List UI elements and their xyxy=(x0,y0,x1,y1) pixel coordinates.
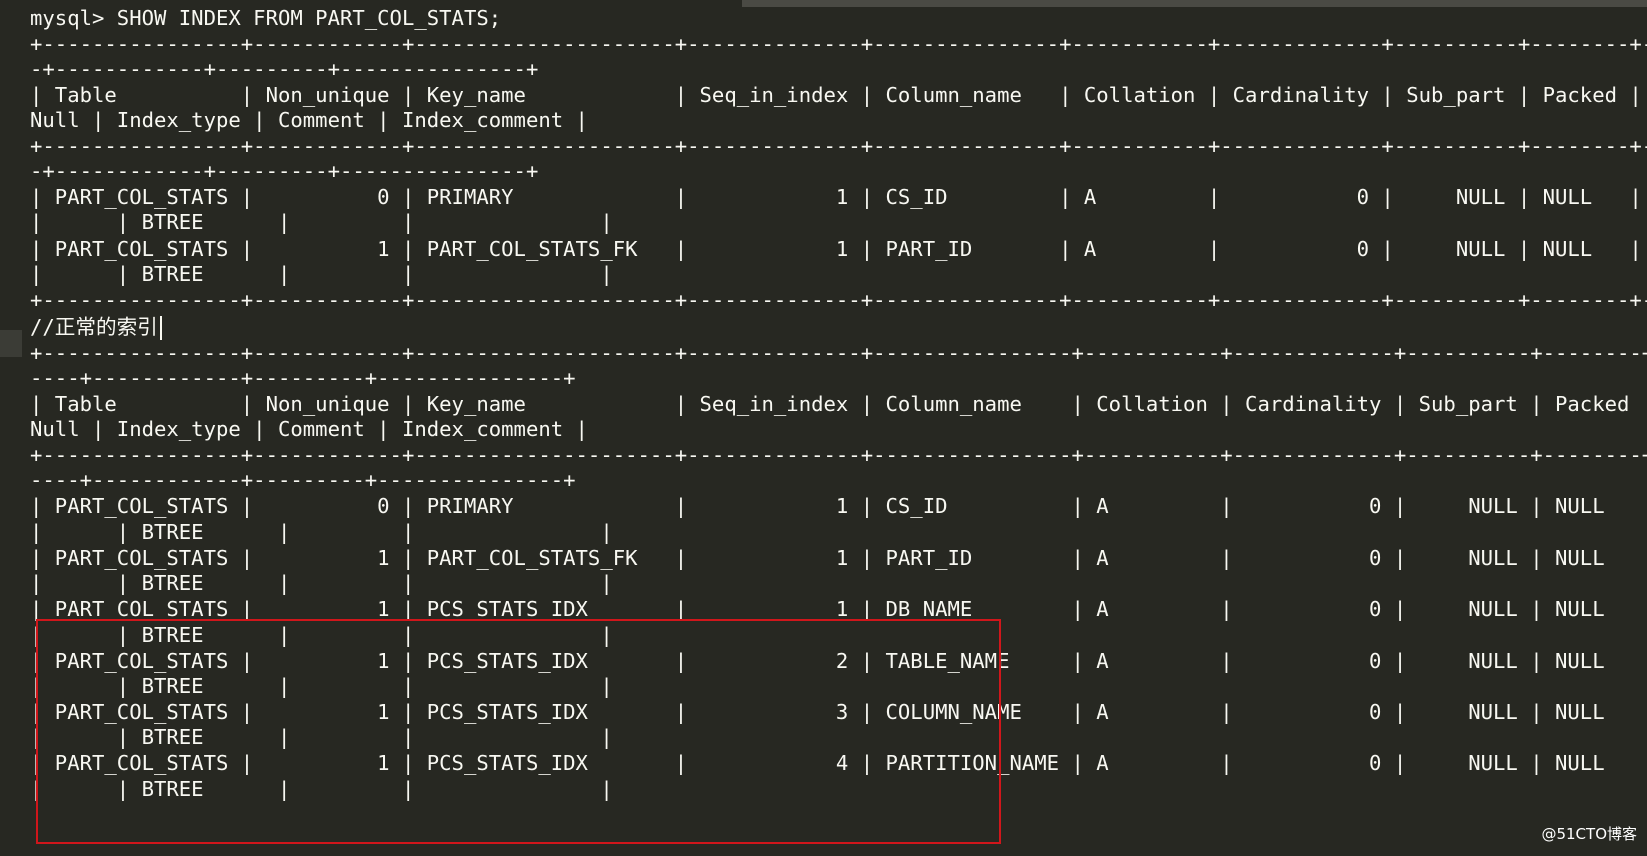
comment-text: //正常的索引 xyxy=(30,315,158,339)
table-row-line: | | BTREE | | | xyxy=(30,210,613,234)
table-border-line: +----------------+------------+---------… xyxy=(30,32,1647,56)
table-header-line: | Table | Non_unique | Key_name | Seq_in… xyxy=(30,392,1647,416)
table-row-line: | | BTREE | | | xyxy=(30,571,613,595)
tab-strip-edge xyxy=(742,0,1647,7)
table-header-line: | Table | Non_unique | Key_name | Seq_in… xyxy=(30,83,1642,107)
current-line-gutter xyxy=(0,330,22,357)
table-row-line: | | BTREE | | | xyxy=(30,262,613,286)
table-border-line: +----------------+------------+---------… xyxy=(30,288,1647,312)
table-row-line: | PART_COL_STATS | 0 | PRIMARY | 1 | CS_… xyxy=(30,494,1647,518)
table-header-line: Null | Index_type | Comment | Index_comm… xyxy=(30,417,588,441)
watermark: @51CTO博客 xyxy=(1541,825,1637,843)
terminal-window[interactable]: mysql> SHOW INDEX FROM PART_COL_STATS; +… xyxy=(0,0,1647,856)
text-caret xyxy=(159,316,162,340)
comment-line[interactable]: //正常的索引 xyxy=(30,314,162,341)
table-border-line: ----+------------+---------+------------… xyxy=(30,468,576,492)
table-border-line: +----------------+------------+---------… xyxy=(30,443,1647,467)
table-header-line: Null | Index_type | Comment | Index_comm… xyxy=(30,108,588,132)
highlight-box xyxy=(36,619,1001,844)
table-row-line: | PART_COL_STATS | 0 | PRIMARY | 1 | CS_… xyxy=(30,185,1642,209)
table-border-line: -+------------+---------+---------------… xyxy=(30,159,539,183)
table-row-line: | PART_COL_STATS | 1 | PART_COL_STATS_FK… xyxy=(30,546,1647,570)
table-row-line: | | BTREE | | | xyxy=(30,520,613,544)
table-border-line: -+------------+---------+---------------… xyxy=(30,57,539,81)
table-row-line: | PART_COL_STATS | 1 | PART_COL_STATS_FK… xyxy=(30,237,1642,261)
table-border-line: +----------------+------------+---------… xyxy=(30,134,1647,158)
table-border-line: +----------------+------------+---------… xyxy=(30,341,1647,365)
table-border-line: ----+------------+---------+------------… xyxy=(30,366,576,390)
command-line[interactable]: mysql> SHOW INDEX FROM PART_COL_STATS; xyxy=(30,5,501,32)
